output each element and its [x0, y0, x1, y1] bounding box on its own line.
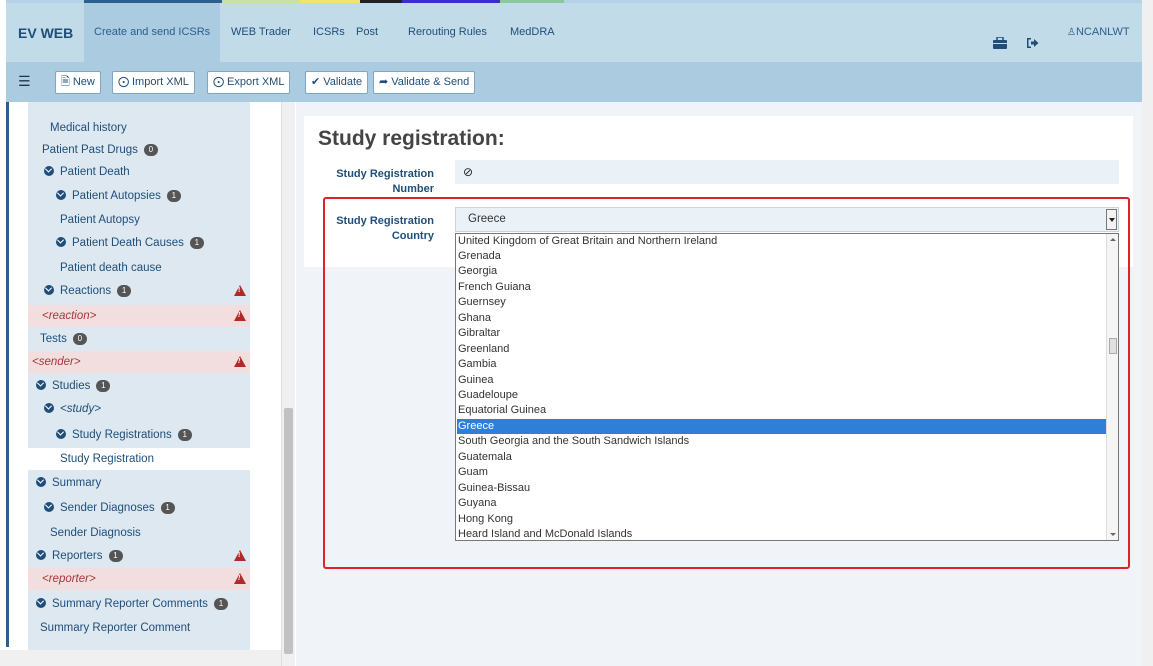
chevron-down-icon[interactable] — [36, 477, 46, 487]
sidebar-item-study-registrations[interactable]: Study Registrations 1 — [28, 424, 250, 446]
briefcase-icon[interactable] — [993, 37, 1007, 49]
count-badge: 1 — [166, 190, 181, 202]
tab-meddra[interactable]: MedDRA — [500, 3, 565, 62]
brand-logo[interactable]: EV WEB — [18, 25, 73, 41]
validate-button[interactable]: ✔ Validate — [305, 71, 369, 94]
count-badge: 1 — [96, 380, 111, 392]
logout-icon[interactable] — [1026, 37, 1039, 49]
export-icon: ⨀ — [213, 76, 224, 88]
sidebar-item-reactions[interactable]: Reactions 1 — [28, 280, 250, 302]
chevron-down-icon[interactable] — [56, 237, 66, 247]
sidebar-item-summary[interactable]: Summary — [28, 472, 250, 494]
tab-post[interactable]: Post — [346, 3, 388, 62]
count-badge: 1 — [108, 550, 123, 562]
tab-rerouting-rules[interactable]: Rerouting Rules — [398, 3, 497, 62]
sidebar-item-tests[interactable]: Tests 0 — [28, 328, 250, 350]
file-icon: 🗎 — [61, 76, 70, 88]
sidebar-item-summary-reporter-comment[interactable]: Summary Reporter Comment — [28, 617, 250, 639]
sidebar-item-reporter[interactable]: <reporter> — [28, 568, 250, 590]
tab-web-trader[interactable]: WEB Trader — [221, 3, 301, 62]
study-registration-number-label: Study Registration Number — [336, 168, 434, 195]
sidebar-item-sender-diagnoses[interactable]: Sender Diagnoses 1 — [28, 497, 250, 519]
menu-toggle-icon[interactable]: ☰ — [18, 73, 31, 90]
chevron-down-icon[interactable] — [56, 429, 66, 439]
sidebar-item-study-registration[interactable]: Study Registration — [28, 448, 250, 470]
user-menu[interactable]: ♙NCANLWT — [1067, 3, 1130, 62]
import-xml-button[interactable]: ⨀ Import XML — [112, 71, 195, 94]
bottom-edge — [0, 650, 281, 666]
warning-icon — [234, 285, 246, 296]
null-flavor-icon[interactable]: ⊘ — [463, 165, 473, 179]
sidebar-scrollbar-thumb[interactable] — [284, 408, 293, 654]
chevron-down-icon[interactable] — [44, 166, 54, 176]
sidebar-item-sender-diagnosis[interactable]: Sender Diagnosis — [28, 522, 250, 544]
validate-and-send-button[interactable]: ➦ Validate & Send — [373, 71, 476, 94]
page-title: Study registration: — [318, 127, 505, 150]
sidebar-item-summary-reporter-comments[interactable]: Summary Reporter Comments 1 — [28, 593, 250, 615]
send-icon: ➦ — [379, 76, 389, 88]
count-badge: 0 — [143, 144, 158, 156]
sidebar-item-patient-autopsy[interactable]: Patient Autopsy — [28, 209, 250, 231]
highlight-box — [323, 197, 1130, 569]
sidebar-item-patient-death-cause[interactable]: Patient death cause — [28, 257, 250, 279]
study-registration-number-field[interactable]: ⊘ — [455, 160, 1119, 184]
warning-icon — [234, 550, 246, 561]
sidebar-item-patient-past-drugs[interactable]: Patient Past Drugs 0 — [28, 139, 250, 161]
toolbar: ☰ 🗎 New ⨀ Import XML ⨀ Export XML ✔ Validate… — [6, 62, 1142, 102]
user-icon: ♙ — [1067, 27, 1076, 38]
export-xml-button[interactable]: ⨀ Export XML — [207, 71, 291, 94]
user-name: NCANLWT — [1075, 26, 1130, 38]
count-badge: 1 — [177, 429, 192, 441]
chevron-down-icon[interactable] — [44, 403, 54, 413]
sidebar-scrollbar[interactable] — [281, 102, 295, 666]
count-badge: 0 — [72, 333, 87, 345]
sidebar-tree: Medical history Patient Past Drugs 0 Pati… — [28, 102, 250, 650]
chevron-down-icon[interactable] — [44, 285, 54, 295]
new-button[interactable]: 🗎 New — [55, 71, 101, 94]
top-navbar: EV WEB Create and send ICSRs WEB Trader … — [6, 0, 1142, 62]
warning-icon — [234, 356, 246, 367]
chevron-down-icon[interactable] — [56, 190, 66, 200]
sidebar-gutter — [9, 102, 28, 647]
page-scrollbar[interactable] — [1142, 0, 1153, 666]
check-icon: ✔ — [311, 76, 321, 88]
count-badge: 1 — [117, 285, 132, 297]
sidebar-item-study[interactable]: <study> — [28, 398, 250, 420]
sidebar-item-studies[interactable]: Studies 1 — [28, 375, 250, 397]
chevron-down-icon[interactable] — [44, 502, 54, 512]
warning-icon — [234, 573, 246, 584]
sidebar-item-reporters[interactable]: Reporters 1 — [28, 545, 250, 567]
sidebar-item-sender[interactable]: <sender> — [28, 351, 250, 373]
tab-create-and-send-icsrs[interactable]: Create and send ICSRs — [84, 3, 221, 62]
chevron-down-icon[interactable] — [36, 380, 46, 390]
count-badge: 1 — [213, 598, 228, 610]
sidebar-item-patient-death-causes[interactable]: Patient Death Causes 1 — [28, 232, 250, 254]
sidebar-item-patient-death[interactable]: Patient Death — [28, 161, 250, 183]
chevron-down-icon[interactable] — [36, 550, 46, 560]
count-badge: 1 — [189, 237, 204, 249]
sidebar-item-patient-autopsies[interactable]: Patient Autopsies 1 — [28, 185, 250, 207]
sidebar-item-medical-history[interactable]: Medical history — [28, 117, 250, 139]
sidebar-item-reaction[interactable]: <reaction> — [28, 305, 250, 327]
count-badge: 1 — [160, 502, 175, 514]
warning-icon — [234, 310, 246, 321]
chevron-down-icon[interactable] — [36, 598, 46, 608]
import-icon: ⨀ — [118, 76, 129, 88]
